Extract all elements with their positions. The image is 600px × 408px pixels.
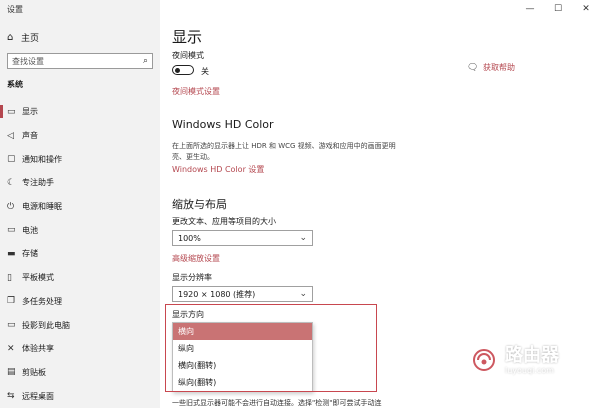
- watermark-text: 路由器: [505, 344, 559, 366]
- sidebar-item-label: 剪贴板: [22, 367, 46, 377]
- sidebar: 设置 ⌂ 主页 查找设置 ⌕ 系统 ▭ 显示 ◁ 声音 ▢ 通知和操作 ☾ 专注助手 ⏻ 电源和睡…: [0, 0, 160, 408]
- power-icon: ⏻: [7, 201, 15, 212]
- sidebar-item[interactable]: ▭ 电池: [0, 218, 160, 242]
- sidebar-item[interactable]: ▢ 通知和操作: [0, 147, 160, 171]
- chevron-down-icon: ⌄: [299, 233, 307, 243]
- search-icon: ⌕: [142, 56, 148, 66]
- scale-value: 100%: [178, 233, 201, 243]
- advanced-scaling-link[interactable]: 高级缩放设置: [172, 253, 220, 264]
- project-icon: ▭: [7, 320, 16, 331]
- resolution-dropdown[interactable]: 1920 × 1080 (推荐) ⌄: [172, 286, 313, 302]
- sidebar-item-label: 投影到此电脑: [22, 320, 70, 330]
- sidebar-item-label: 通知和操作: [22, 154, 62, 164]
- hd-color-description: 在上面所选的显示器上让 HDR 和 WCG 视频、游戏和应用中的画面更明亮、更生…: [172, 142, 396, 161]
- multitask-icon: ❐: [7, 296, 16, 307]
- night-light-label: 夜间模式: [172, 51, 204, 60]
- night-light-state: 关: [201, 67, 209, 76]
- hd-color-settings-link[interactable]: Windows HD Color 设置: [172, 164, 264, 175]
- sidebar-item[interactable]: ▭ 显示: [0, 100, 160, 124]
- sidebar-item-label: 专注助手: [22, 178, 54, 188]
- page-title: 显示: [172, 28, 203, 46]
- sidebar-item-label: 远程桌面: [22, 391, 54, 401]
- scale-layout-title: 缩放与布局: [172, 198, 227, 211]
- night-light-toggle[interactable]: [172, 65, 194, 75]
- sidebar-nav: ▭ 显示 ◁ 声音 ▢ 通知和操作 ☾ 专注助手 ⏻ 电源和睡眠 ▭ 电池 ▬ 存储 ▯ 平板模式 ❐ 多任务处理…: [0, 100, 160, 408]
- sidebar-home-label: 主页: [21, 34, 40, 44]
- clipboard-icon: ▤: [7, 367, 16, 378]
- sidebar-item[interactable]: ⏻ 电源和睡眠: [0, 195, 160, 219]
- search-input[interactable]: 查找设置: [12, 56, 143, 67]
- resolution-value: 1920 × 1080 (推荐): [178, 289, 256, 299]
- speaker-icon: ◁: [7, 130, 14, 141]
- sidebar-item-label: 声音: [22, 131, 38, 141]
- moon-icon: ☾: [7, 177, 16, 188]
- sidebar-item[interactable]: ▬ 存储: [0, 242, 160, 266]
- night-light-settings-link[interactable]: 夜间模式设置: [172, 86, 220, 97]
- sidebar-item[interactable]: ✕ 体验共享: [0, 337, 160, 361]
- remote-icon: ⇆: [7, 391, 15, 402]
- sidebar-item[interactable]: ⇆ 远程桌面: [0, 384, 160, 408]
- sidebar-item[interactable]: ▯ 平板模式: [0, 266, 160, 290]
- sidebar-item-label: 电池: [22, 225, 38, 235]
- monitor-icon: ▭: [7, 106, 16, 117]
- battery-icon: ▭: [7, 225, 16, 236]
- sidebar-item-label: 平板模式: [22, 273, 54, 283]
- share-icon: ✕: [7, 343, 15, 354]
- sidebar-item[interactable]: ▤ 剪贴板: [0, 361, 160, 385]
- help-icon: 🗨: [467, 62, 479, 73]
- storage-icon: ▬: [7, 248, 16, 259]
- watermark: 路由器 luyouqi.com: [468, 344, 559, 376]
- sidebar-item-label: 存储: [22, 249, 38, 259]
- chevron-down-icon: ⌄: [299, 289, 307, 299]
- hd-color-title: Windows HD Color: [172, 118, 274, 131]
- window-title: 设置: [7, 5, 23, 14]
- resolution-label: 显示分辨率: [172, 273, 212, 282]
- sidebar-item-label: 多任务处理: [22, 296, 62, 306]
- watermark-url: luyouqi.com: [505, 365, 554, 375]
- home-icon: ⌂: [7, 32, 14, 43]
- sidebar-item-label: 电源和睡眠: [22, 202, 62, 212]
- sidebar-item[interactable]: ❐ 多任务处理: [0, 290, 160, 314]
- notification-icon: ▢: [7, 154, 16, 165]
- sidebar-item[interactable]: ▭ 投影到此电脑: [0, 313, 160, 337]
- sidebar-item-label: 体验共享: [22, 344, 54, 354]
- scale-label: 更改文本、应用等项目的大小: [172, 217, 276, 226]
- bottom-note: 一些旧式显示器可能不会进行自动连接。选择"检测"即可尝试手动连: [172, 399, 382, 407]
- sidebar-item[interactable]: ◁ 声音: [0, 124, 160, 148]
- sidebar-item[interactable]: ☾ 专注助手: [0, 171, 160, 195]
- scale-dropdown[interactable]: 100% ⌄: [172, 230, 313, 246]
- get-help-label: 获取帮助: [483, 63, 515, 72]
- tablet-icon: ▯: [7, 272, 12, 283]
- get-help-link[interactable]: 🗨 获取帮助: [467, 62, 515, 73]
- search-box[interactable]: 查找设置 ⌕: [7, 53, 153, 69]
- router-logo-icon: [468, 344, 500, 376]
- sidebar-home[interactable]: ⌂ 主页: [7, 31, 39, 44]
- sidebar-item-label: 显示: [22, 107, 38, 117]
- section-label: 系统: [7, 80, 23, 89]
- highlight-box: [165, 304, 377, 392]
- toggle-knob: [175, 67, 180, 73]
